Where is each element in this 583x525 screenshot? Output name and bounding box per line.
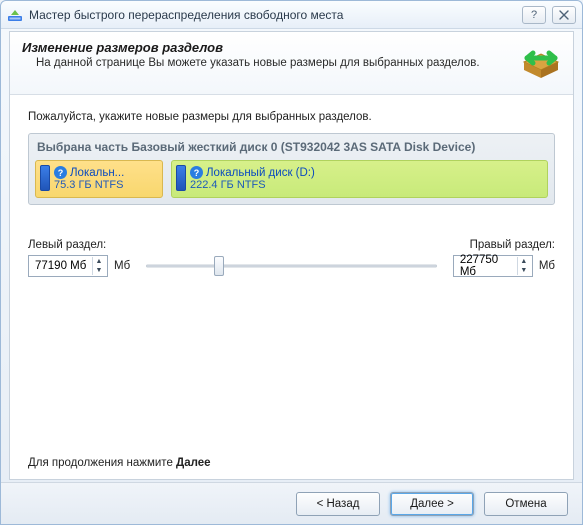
left-size-value: 77190 Мб <box>35 260 92 272</box>
left-size-spinner[interactable]: 77190 Мб ▲ ▼ <box>28 255 108 277</box>
window-title: Мастер быстрого перераспределения свобод… <box>29 8 522 22</box>
content-panel: Изменение размеров разделов На данной ст… <box>9 31 574 480</box>
partition-left-name: Локальн... <box>70 167 124 179</box>
info-icon: ? <box>54 166 67 179</box>
continue-hint: Для продолжения нажмите Далее <box>28 417 555 469</box>
partition-bar-icon <box>40 165 50 191</box>
partition-bar-icon <box>176 165 186 191</box>
unit-label: Мб <box>114 260 130 272</box>
back-button[interactable]: < Назад <box>296 492 380 516</box>
app-icon <box>7 7 23 23</box>
size-slider[interactable] <box>146 255 437 277</box>
help-button[interactable]: ? <box>522 6 546 24</box>
info-icon: ? <box>190 166 203 179</box>
instruction-text: Пожалуйста, укажите новые размеры для вы… <box>28 111 555 123</box>
wizard-window: Мастер быстрого перераспределения свобод… <box>0 0 583 525</box>
spinner-down-icon[interactable]: ▼ <box>517 266 530 275</box>
partition-row: ? Локальн... 75.3 ГБ NTFS ? Локальный ди… <box>35 160 548 198</box>
next-button[interactable]: Далее > <box>390 492 474 516</box>
page-subtitle: На данной странице Вы можете указать нов… <box>22 57 513 69</box>
wizard-footer: < Назад Далее > Отмена <box>1 482 582 524</box>
spinner-up-icon[interactable]: ▲ <box>517 257 530 266</box>
cancel-button[interactable]: Отмена <box>484 492 568 516</box>
spinner-up-icon[interactable]: ▲ <box>92 257 105 266</box>
disk-group: Выбрана часть Базовый жесткий диск 0 (ST… <box>28 133 555 205</box>
right-partition-label: Правый раздел: <box>470 239 555 251</box>
disk-group-title: Выбрана часть Базовый жесткий диск 0 (ST… <box>35 138 548 160</box>
continue-action: Далее <box>176 457 211 469</box>
size-controls: Левый раздел: Правый раздел: 77190 Мб ▲ … <box>28 239 555 277</box>
slider-track <box>146 265 437 268</box>
left-partition-label: Левый раздел: <box>28 239 106 251</box>
partition-left-size: 75.3 ГБ NTFS <box>54 179 156 191</box>
page-header: Изменение размеров разделов На данной ст… <box>10 32 573 95</box>
partition-right-size: 222.4 ГБ NTFS <box>190 179 541 191</box>
spinner-down-icon[interactable]: ▼ <box>92 266 105 275</box>
unit-label: Мб <box>539 260 555 272</box>
page-title: Изменение размеров разделов <box>22 40 513 55</box>
right-size-value: 227750 Мб <box>460 254 517 278</box>
partition-left[interactable]: ? Локальн... 75.3 ГБ NTFS <box>35 160 163 198</box>
titlebar: Мастер быстрого перераспределения свобод… <box>1 1 582 29</box>
continue-prefix: Для продолжения нажмите <box>28 457 176 469</box>
partition-right[interactable]: ? Локальный диск (D:) 222.4 ГБ NTFS <box>171 160 548 198</box>
close-button[interactable] <box>552 6 576 24</box>
slider-thumb[interactable] <box>214 256 224 276</box>
right-size-spinner[interactable]: 227750 Мб ▲ ▼ <box>453 255 533 277</box>
partition-right-name: Локальный диск (D:) <box>206 167 315 179</box>
resize-icon <box>521 40 561 80</box>
page-body: Пожалуйста, укажите новые размеры для вы… <box>10 95 573 479</box>
